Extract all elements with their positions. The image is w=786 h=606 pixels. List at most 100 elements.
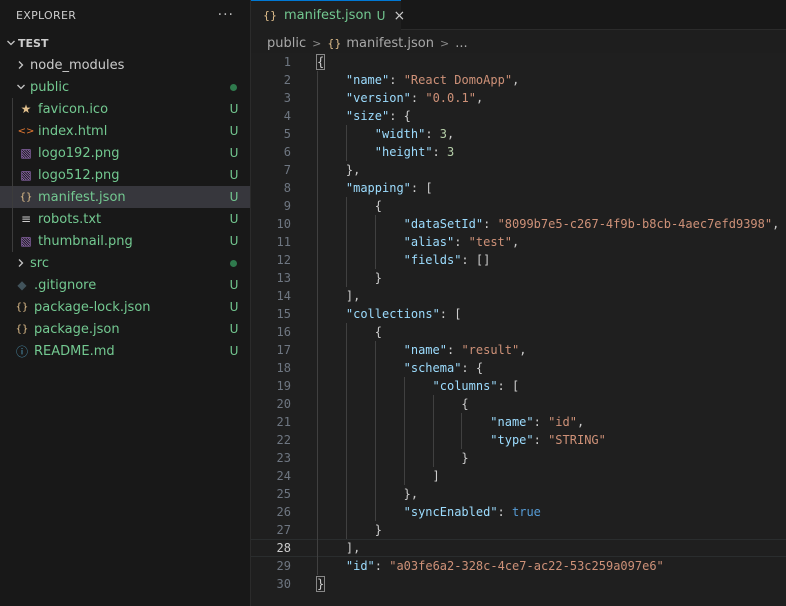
chevron-right-icon: >	[312, 36, 322, 50]
code-line: 7},	[251, 161, 786, 179]
code-token: "fields"	[403, 253, 462, 267]
folder-item[interactable]: src	[0, 252, 250, 274]
workspace-root-label: TEST	[18, 36, 49, 50]
code-token: {	[315, 54, 326, 70]
code-token: "height"	[374, 145, 433, 159]
git-file-icon: ◆	[17, 278, 27, 292]
code-line: 13}	[251, 269, 786, 287]
code-line: 27}	[251, 521, 786, 539]
indent-guide	[12, 142, 13, 164]
indent-guide	[403, 467, 405, 485]
indent-guide	[345, 125, 347, 143]
file-item[interactable]: <> index.html U	[0, 120, 250, 142]
code-token: "name"	[490, 415, 534, 429]
code-text: "mapping": [	[346, 179, 433, 197]
file-item[interactable]: ◆ .gitignore U	[0, 274, 250, 296]
line-number: 24	[276, 469, 291, 483]
folder-item[interactable]: public	[0, 76, 250, 98]
indent-guide	[317, 395, 318, 413]
file-item[interactable]: ▧ logo512.png U	[0, 164, 250, 186]
more-actions-icon[interactable]: ···	[218, 7, 234, 23]
untracked-badge: U	[376, 8, 386, 23]
line-number: 28	[276, 541, 291, 555]
breadcrumb-folder[interactable]: public	[267, 36, 306, 51]
code-token: : [	[410, 181, 433, 195]
json-file-icon: {}	[15, 301, 29, 313]
file-item[interactable]: ▧ thumbnail.png U	[0, 230, 250, 252]
file-label: .gitignore	[34, 277, 97, 293]
code-token: ,	[519, 343, 527, 357]
line-number: 22	[276, 433, 291, 447]
indent-guide	[461, 413, 463, 431]
code-token: }	[374, 271, 382, 285]
close-icon[interactable]: ×	[393, 8, 405, 24]
code-token: {	[374, 325, 382, 339]
file-item[interactable]: ▧ logo192.png U	[0, 142, 250, 164]
line-number: 8	[283, 181, 291, 195]
line-number: 5	[283, 127, 291, 141]
code-text: }	[375, 269, 382, 287]
folder-item[interactable]: node_modules	[0, 54, 250, 76]
code-token: "syncEnabled"	[403, 505, 498, 519]
code-token: },	[345, 163, 361, 177]
indent-guide	[317, 449, 318, 467]
indent-guide	[317, 557, 318, 575]
indent-guide	[317, 341, 318, 359]
code-text: "syncEnabled": true	[404, 503, 541, 521]
file-tree: node_modulespublic ★ favicon.ico U <> index.h…	[0, 54, 250, 362]
code-text: "version": "0.0.1",	[346, 89, 483, 107]
indent-guide	[317, 521, 318, 539]
indent-guide	[345, 395, 347, 413]
code-line: 4 "size": {	[251, 107, 786, 125]
file-item[interactable]: {} package.json U	[0, 318, 250, 340]
line-number: 29	[276, 559, 291, 573]
code-editor[interactable]: 1{2 "name": "React DomoApp", 3 "version": "…	[251, 53, 786, 606]
untracked-badge: U	[229, 124, 239, 138]
code-token: "name"	[345, 73, 390, 87]
code-text: "alias": "test",	[404, 233, 520, 251]
file-item[interactable]: ≡ robots.txt U	[0, 208, 250, 230]
file-label: favicon.ico	[38, 101, 109, 117]
line-number: 11	[276, 235, 291, 249]
line-number: 27	[276, 523, 291, 537]
indent-guide	[374, 377, 376, 395]
image-file-icon: ▧	[20, 146, 32, 160]
workspace-root[interactable]: TEST	[0, 32, 250, 54]
file-item[interactable]: {} manifest.json U	[0, 186, 250, 208]
changes-dot-icon	[230, 83, 237, 91]
indent-guide	[374, 413, 376, 431]
code-text: "name": "React DomoApp",	[346, 71, 519, 89]
code-token: ],	[345, 289, 361, 303]
code-token: "alias"	[403, 235, 455, 249]
indent-guide	[317, 323, 318, 341]
indent-guide	[317, 485, 318, 503]
tab-manifest-json[interactable]: {} manifest.json U ×	[251, 0, 405, 30]
code-line: 18 "schema": {	[251, 359, 786, 377]
file-item[interactable]: {} package-lock.json U	[0, 296, 250, 318]
code-token: "collections"	[345, 307, 440, 321]
chevron-down-icon	[4, 36, 18, 50]
file-item[interactable]: ★ favicon.ico U	[0, 98, 250, 120]
chevron-right-icon: >	[439, 36, 450, 50]
code-token: : [	[497, 379, 520, 393]
file-label: node_modules	[30, 57, 125, 73]
file-item[interactable]: ⓘ README.md U	[0, 340, 250, 362]
breadcrumb-symbols[interactable]: ...	[455, 36, 467, 51]
code-token: ,	[512, 73, 520, 87]
code-token: :	[425, 127, 440, 141]
file-label: package-lock.json	[34, 299, 151, 315]
code-line: 17 "name": "result",	[251, 341, 786, 359]
file-label: README.md	[34, 343, 115, 359]
changes-dot-icon	[230, 259, 237, 267]
code-text: }	[375, 521, 382, 539]
code-line: 1{	[251, 53, 786, 71]
indent-guide	[345, 215, 347, 233]
code-line: 2 "name": "React DomoApp",	[251, 71, 786, 89]
indent-guide	[317, 233, 318, 251]
code-text: {	[461, 395, 468, 413]
line-number: 15	[276, 307, 291, 321]
breadcrumb-file[interactable]: manifest.json	[346, 36, 434, 51]
indent-guide	[432, 395, 434, 413]
code-line: 9{	[251, 197, 786, 215]
code-text: "name": "id",	[490, 413, 584, 431]
